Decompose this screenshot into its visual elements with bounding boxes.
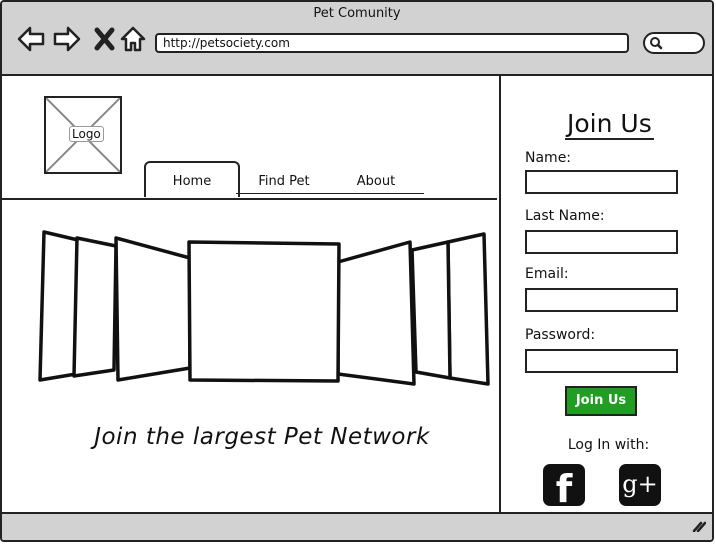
- image-carousel[interactable]: [36, 224, 496, 394]
- google-plus-icon[interactable]: g+: [619, 464, 661, 506]
- signup-title: Join Us: [565, 109, 654, 140]
- last-name-field[interactable]: [525, 230, 678, 254]
- carousel-slide-far-right[interactable]: [446, 232, 490, 386]
- carousel-slide-center[interactable]: [187, 240, 341, 383]
- last-name-label: Last Name:: [525, 208, 605, 224]
- carousel-slide-far-left[interactable]: [38, 230, 80, 382]
- join-us-button[interactable]: Join Us: [565, 386, 637, 416]
- password-field[interactable]: [525, 349, 678, 373]
- browser-search[interactable]: [643, 32, 705, 54]
- browser-titlebar: Pet Comunity http://petsociety.com: [2, 2, 712, 76]
- name-field[interactable]: [525, 170, 678, 194]
- carousel-slide-left[interactable]: [72, 236, 118, 378]
- name-label: Name:: [525, 150, 572, 166]
- tab-home-label: Home: [172, 174, 212, 189]
- address-bar[interactable]: http://petsociety.com: [155, 33, 629, 53]
- nav-tabs: Home Find Pet About: [144, 159, 424, 197]
- logo-label: Logo: [69, 126, 104, 142]
- browser-window: Pet Comunity http://petsociety.com Logo: [0, 0, 714, 542]
- facebook-glyph: f: [555, 467, 573, 511]
- main-content: Logo Home Find Pet About Join the larges…: [2, 74, 499, 516]
- signup-panel: Join Us Name: Last Name: Email: Password…: [499, 74, 712, 516]
- tab-underline: [236, 193, 424, 194]
- resize-grip-icon[interactable]: [692, 520, 706, 532]
- search-icon: [650, 37, 663, 50]
- password-label: Password:: [525, 327, 596, 343]
- login-with-label: Log In with:: [567, 437, 650, 453]
- tab-find-pet-label: Find Pet: [258, 174, 310, 189]
- home-icon[interactable]: [118, 24, 148, 54]
- forward-arrow-icon[interactable]: [52, 24, 82, 54]
- window-title: Pet Comunity: [313, 6, 401, 21]
- email-field[interactable]: [525, 288, 678, 312]
- tagline: Join the largest Pet Network: [94, 424, 430, 450]
- content-divider: [2, 198, 497, 200]
- tab-about-label: About: [356, 174, 396, 189]
- browser-statusbar: [2, 512, 712, 540]
- facebook-icon[interactable]: f: [543, 464, 585, 511]
- email-label: Email:: [525, 266, 569, 282]
- google-plus-glyph: g+: [622, 470, 658, 498]
- tab-about[interactable]: About: [340, 163, 412, 195]
- carousel-slide-near-right[interactable]: [336, 240, 416, 386]
- tab-find-pet[interactable]: Find Pet: [248, 163, 320, 195]
- logo-placeholder: Logo: [44, 96, 122, 174]
- tab-home[interactable]: Home: [144, 161, 240, 197]
- carousel-slide-near-left[interactable]: [114, 236, 192, 382]
- close-icon[interactable]: [90, 24, 120, 54]
- back-arrow-icon[interactable]: [16, 24, 46, 54]
- carousel-slide-right[interactable]: [410, 240, 452, 380]
